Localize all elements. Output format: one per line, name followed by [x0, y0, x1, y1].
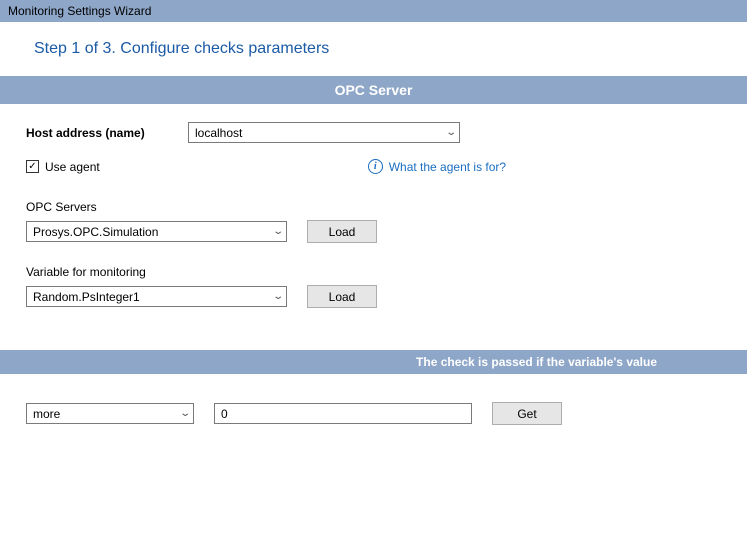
- use-agent-label: Use agent: [45, 160, 100, 174]
- chevron-down-icon: ⌄: [272, 291, 284, 302]
- load-servers-button[interactable]: Load: [307, 220, 377, 243]
- info-icon: i: [368, 159, 383, 174]
- condition-bar: The check is passed if the variable's va…: [0, 350, 747, 374]
- opc-servers-label: OPC Servers: [26, 200, 721, 214]
- variable-block: Variable for monitoring Random.PsInteger…: [26, 265, 721, 308]
- use-agent-checkbox[interactable]: [26, 160, 39, 173]
- variable-label: Variable for monitoring: [26, 265, 721, 279]
- load-variable-button[interactable]: Load: [307, 285, 377, 308]
- condition-value-input[interactable]: [214, 403, 472, 424]
- opc-servers-block: OPC Servers Prosys.OPC.Simulation ⌄ Load: [26, 200, 721, 243]
- get-button[interactable]: Get: [492, 402, 562, 425]
- window-titlebar: Monitoring Settings Wizard: [0, 0, 747, 22]
- variable-combo[interactable]: Random.PsInteger1 ⌄: [26, 286, 287, 307]
- chevron-down-icon: ⌄: [179, 408, 191, 419]
- agent-help: i What the agent is for?: [368, 159, 506, 174]
- host-address-combo[interactable]: localhost ⌄: [188, 122, 460, 143]
- host-label: Host address (name): [26, 126, 188, 140]
- host-address-value: localhost: [195, 126, 242, 140]
- window-title: Monitoring Settings Wizard: [8, 4, 151, 18]
- condition-row: more ⌄ Get: [0, 374, 747, 425]
- opc-servers-combo[interactable]: Prosys.OPC.Simulation ⌄: [26, 221, 287, 242]
- chevron-down-icon: ⌄: [272, 226, 284, 237]
- main-content: Host address (name) localhost ⌄ Use agen…: [0, 104, 747, 340]
- use-agent-row: Use agent i What the agent is for?: [26, 159, 721, 174]
- condition-operator-value: more: [33, 407, 60, 421]
- chevron-down-icon: ⌄: [445, 127, 457, 138]
- section-bar-opc-server: OPC Server: [0, 76, 747, 104]
- condition-operator-combo[interactable]: more ⌄: [26, 403, 194, 424]
- host-row: Host address (name) localhost ⌄: [26, 122, 721, 143]
- agent-help-link[interactable]: What the agent is for?: [389, 160, 506, 174]
- step-heading: Step 1 of 3. Configure checks parameters: [0, 22, 747, 76]
- opc-servers-value: Prosys.OPC.Simulation: [33, 225, 158, 239]
- variable-value: Random.PsInteger1: [33, 290, 140, 304]
